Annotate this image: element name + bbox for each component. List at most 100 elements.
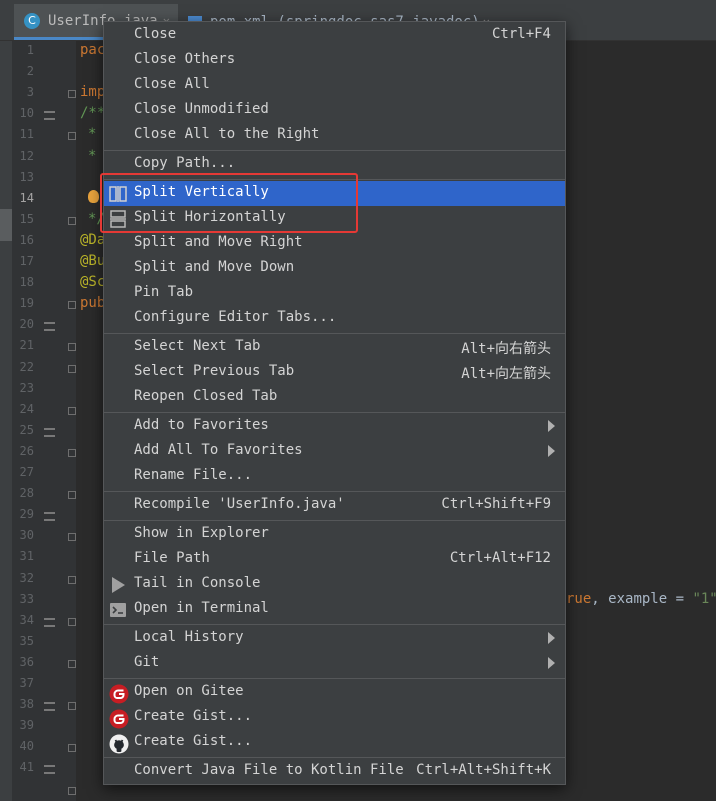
- menu-item-create-gist[interactable]: Create Gist...: [104, 730, 565, 755]
- gitee-icon: [109, 684, 129, 704]
- menu-item-close-unmodified[interactable]: Close Unmodified: [104, 98, 565, 123]
- code-line: /**: [80, 105, 106, 122]
- menu-item-label: Pin Tab: [134, 284, 194, 300]
- menu-item-open-on-gitee[interactable]: Open on Gitee: [104, 680, 565, 705]
- menu-item-label: Reopen Closed Tab: [134, 388, 278, 404]
- menu-item-shortcut: Ctrl+Alt+F12: [449, 550, 551, 566]
- menu-item-label: Close Others: [134, 51, 236, 67]
- menu-item-select-previous-tab[interactable]: Select Previous Tab Alt+向左箭头: [104, 360, 565, 385]
- code-line: pub: [80, 295, 106, 312]
- menu-item-local-history[interactable]: Local History: [104, 626, 565, 651]
- menu-item-open-in-terminal[interactable]: Open in Terminal: [104, 597, 565, 622]
- code-token: "1"): [692, 590, 716, 607]
- line-number: 3: [26, 85, 34, 100]
- menu-item-label: Configure Editor Tabs...: [134, 309, 337, 325]
- javadoc-render-icon[interactable]: [44, 322, 55, 332]
- menu-item-close-others[interactable]: Close Others: [104, 48, 565, 73]
- menu-item-label: Add All To Favorites: [134, 442, 303, 458]
- line-number: 16: [19, 232, 34, 247]
- menu-item-label: Close All: [134, 76, 210, 92]
- menu-item-show-in-explorer[interactable]: Show in Explorer: [104, 522, 565, 547]
- menu-item-close[interactable]: Close Ctrl+F4: [104, 23, 565, 48]
- line-number: 19: [19, 296, 34, 311]
- javadoc-render-icon[interactable]: [44, 702, 55, 712]
- menu-item-close-all-to-the-right[interactable]: Close All to the Right: [104, 123, 565, 148]
- menu-item-label: Rename File...: [134, 467, 253, 483]
- menu-item-label: Split and Move Right: [134, 234, 303, 250]
- menu-separator: [104, 179, 565, 180]
- javadoc-render-icon[interactable]: [44, 111, 55, 121]
- fold-marker-icon[interactable]: [68, 491, 76, 500]
- left-tool-strip: [0, 41, 12, 801]
- menu-separator: [104, 333, 565, 334]
- fold-marker-icon[interactable]: [68, 364, 76, 373]
- fold-marker-icon[interactable]: [68, 744, 76, 753]
- menu-item-split-vertically[interactable]: Split Vertically: [104, 181, 565, 206]
- javadoc-render-icon[interactable]: [44, 765, 55, 775]
- line-number: 41: [19, 760, 34, 775]
- menu-separator: [104, 412, 565, 413]
- javadoc-render-icon[interactable]: [44, 512, 55, 522]
- menu-item-copy-path[interactable]: Copy Path...: [104, 152, 565, 177]
- menu-item-close-all[interactable]: Close All: [104, 73, 565, 98]
- menu-item-add-to-favorites[interactable]: Add to Favorites: [104, 414, 565, 439]
- menu-item-file-path[interactable]: File Path Ctrl+Alt+F12: [104, 547, 565, 572]
- menu-item-tail-in-console[interactable]: Tail in Console: [104, 572, 565, 597]
- fold-marker-icon[interactable]: [68, 343, 76, 352]
- tab-context-menu: Close Ctrl+F4 Close Others Close All Close U…: [103, 21, 566, 785]
- split-horizontally-icon: [109, 210, 127, 228]
- menu-item-label: Create Gist...: [134, 708, 253, 724]
- fold-marker-icon[interactable]: [68, 90, 76, 99]
- fold-marker-icon[interactable]: [68, 216, 76, 225]
- menu-item-label: Copy Path...: [134, 155, 236, 171]
- menu-separator: [104, 624, 565, 625]
- fold-marker-icon[interactable]: [68, 448, 76, 457]
- lightbulb-icon[interactable]: [88, 190, 99, 203]
- menu-item-rename-file[interactable]: Rename File...: [104, 464, 565, 489]
- menu-item-label: Show in Explorer: [134, 525, 269, 541]
- fold-marker-icon[interactable]: [68, 132, 76, 141]
- menu-item-create-gist[interactable]: Create Gist...: [104, 705, 565, 730]
- menu-item-select-next-tab[interactable]: Select Next Tab Alt+向右箭头: [104, 335, 565, 360]
- menu-item-label: Select Next Tab: [134, 338, 261, 354]
- fold-marker-icon[interactable]: [68, 702, 76, 711]
- menu-item-git[interactable]: Git: [104, 651, 565, 676]
- menu-item-shortcut: Alt+向右箭头: [461, 341, 551, 357]
- line-number: 40: [19, 739, 34, 754]
- submenu-arrow-icon: [548, 420, 555, 432]
- menu-item-split-and-move-right[interactable]: Split and Move Right: [104, 231, 565, 256]
- fold-marker-icon[interactable]: [68, 533, 76, 542]
- javadoc-render-icon[interactable]: [44, 617, 55, 627]
- line-number: 15: [19, 211, 34, 226]
- menu-item-recompile-userinfo-java[interactable]: Recompile 'UserInfo.java' Ctrl+Shift+F9: [104, 493, 565, 518]
- code-line: pac: [80, 42, 106, 58]
- line-number: 38: [19, 697, 34, 712]
- fold-marker-icon[interactable]: [68, 786, 76, 795]
- menu-separator: [104, 520, 565, 521]
- menu-item-reopen-closed-tab[interactable]: Reopen Closed Tab: [104, 385, 565, 410]
- line-number: 27: [19, 465, 34, 479]
- line-number: 18: [19, 275, 34, 290]
- menu-item-configure-editor-tabs[interactable]: Configure Editor Tabs...: [104, 306, 565, 331]
- code-line: *: [88, 126, 97, 143]
- menu-item-split-horizontally[interactable]: Split Horizontally: [104, 206, 565, 231]
- menu-item-add-all-to-favorites[interactable]: Add All To Favorites: [104, 439, 565, 464]
- fold-marker-icon[interactable]: [68, 575, 76, 584]
- menu-item-label: Convert Java File to Kotlin File: [134, 762, 404, 778]
- fold-marker-icon[interactable]: [68, 301, 76, 310]
- menu-item-split-and-move-down[interactable]: Split and Move Down: [104, 256, 565, 281]
- menu-item-pin-tab[interactable]: Pin Tab: [104, 281, 565, 306]
- menu-separator: [104, 678, 565, 679]
- javadoc-render-icon[interactable]: [44, 427, 55, 437]
- line-number: 17: [19, 254, 34, 268]
- fold-marker-icon[interactable]: [68, 617, 76, 626]
- submenu-arrow-icon: [548, 445, 555, 457]
- menu-item-convert-java-file-to-kotlin-file[interactable]: Convert Java File to Kotlin File Ctrl+Alt…: [104, 759, 565, 784]
- code-token: rue: [566, 590, 592, 607]
- fold-marker-icon[interactable]: [68, 659, 76, 668]
- menu-item-shortcut: Ctrl+F4: [491, 26, 551, 42]
- submenu-arrow-icon: [548, 657, 555, 669]
- fold-marker-icon[interactable]: [68, 406, 76, 415]
- split-vertically-icon: [109, 185, 127, 203]
- line-number: 32: [19, 570, 34, 585]
